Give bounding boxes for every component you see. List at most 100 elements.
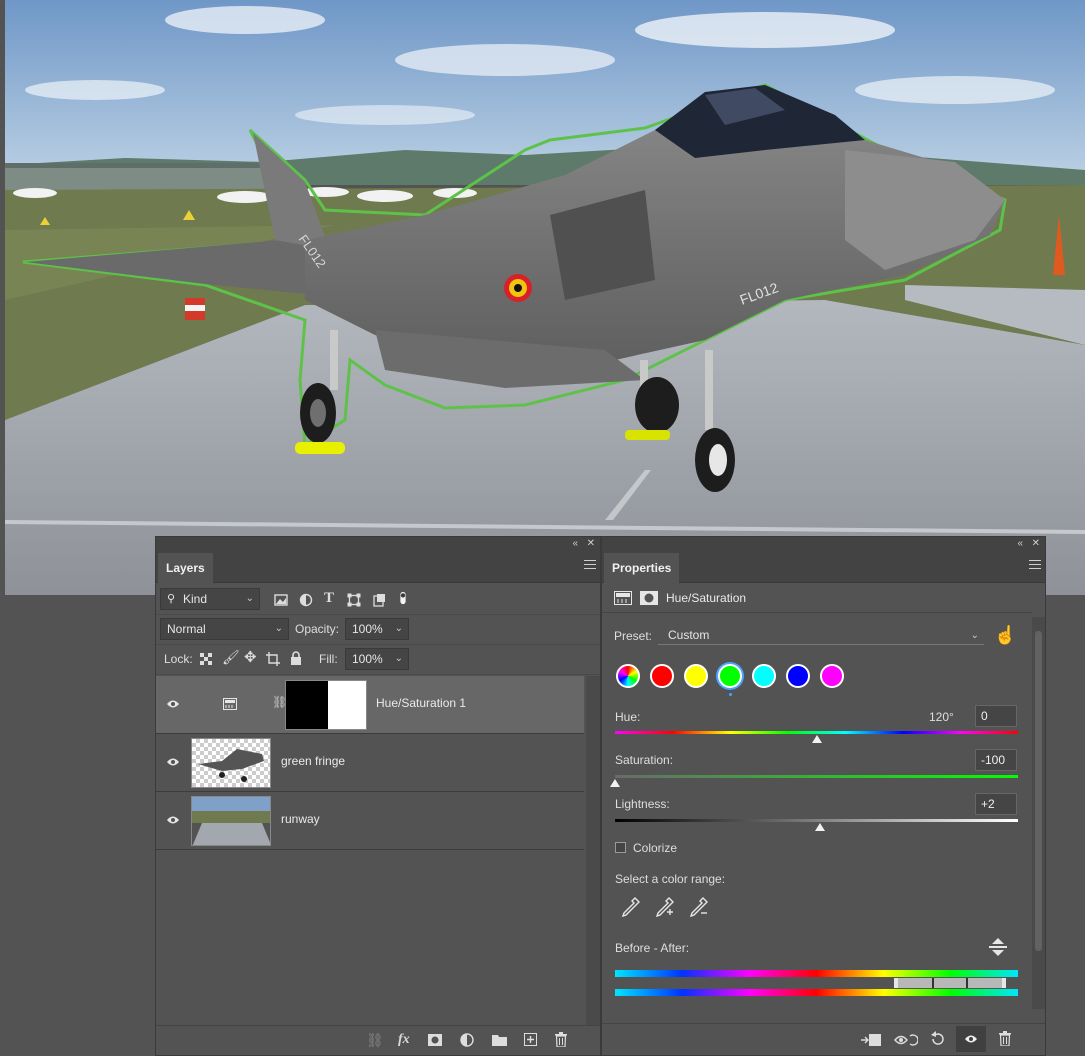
reset-icon[interactable]	[930, 1031, 946, 1047]
before-after-label: Before - After:	[615, 941, 690, 955]
layer-name: runway	[281, 812, 320, 826]
close-icon[interactable]: ✕	[1032, 538, 1040, 550]
lightness-input[interactable]: +2	[975, 793, 1017, 815]
properties-panel-topbar[interactable]: « ✕	[602, 537, 1045, 551]
document-canvas[interactable]: FL012 FL012	[5, 0, 1085, 595]
hue-label: Hue:	[615, 710, 641, 724]
tab-layers[interactable]: Layers	[158, 553, 213, 583]
range-divider-right[interactable]	[966, 978, 968, 988]
lock-transparent-icon[interactable]	[200, 653, 212, 665]
green-swatch[interactable]	[718, 664, 742, 688]
opacity-label: Opacity:	[295, 622, 340, 636]
lock-row: Lock: 🖌 ✥ Fill: 100% ⌄	[156, 645, 600, 675]
properties-scrollbar[interactable]	[1032, 617, 1045, 1009]
shape-filter-icon[interactable]	[347, 593, 361, 607]
layers-scrollbar[interactable]	[586, 676, 600, 1025]
scrollbar-thumb[interactable]	[1035, 631, 1042, 951]
adjustment-filter-icon[interactable]	[299, 593, 313, 607]
range-handle-right[interactable]	[1002, 978, 1006, 988]
artboard-icon[interactable]	[266, 652, 280, 666]
color-range-selector[interactable]	[894, 978, 1006, 988]
lightness-slider-thumb[interactable]	[815, 823, 825, 831]
preset-dropdown[interactable]: Custom ⌄	[658, 627, 984, 645]
trash-icon[interactable]	[999, 1031, 1011, 1046]
collapse-icon[interactable]: «	[1017, 538, 1023, 550]
layers-tabbar: Layers	[156, 551, 600, 583]
visibility-eye-icon[interactable]	[166, 698, 180, 710]
trash-icon[interactable]	[555, 1032, 567, 1047]
layer-row-hue-saturation[interactable]: ⛓ Hue/Saturation 1	[156, 676, 584, 734]
preset-value: Custom	[668, 628, 710, 642]
hue-input[interactable]: 0	[975, 705, 1017, 727]
lightness-label: Lightness:	[615, 797, 670, 811]
swatch-selected-dot	[729, 693, 732, 696]
yellow-swatch[interactable]	[684, 664, 708, 688]
lightness-slider-track[interactable]	[615, 819, 1018, 822]
saturation-slider-thumb[interactable]	[610, 779, 620, 787]
hue-slider-track[interactable]	[615, 731, 1018, 734]
colorize-label: Colorize	[633, 841, 678, 855]
tab-properties[interactable]: Properties	[604, 553, 680, 583]
folder-icon[interactable]	[492, 1034, 507, 1046]
new-adjustment-icon[interactable]	[460, 1033, 474, 1047]
fill-value: 100%	[352, 652, 383, 666]
after-color-bar	[615, 989, 1018, 996]
layer-thumbnail[interactable]	[191, 738, 271, 788]
master-swatch[interactable]	[616, 664, 640, 688]
layer-mask-thumbnail[interactable]	[285, 680, 367, 730]
layer-list: ⛓ Hue/Saturation 1 green fringe runway	[156, 676, 584, 850]
colorize-checkbox[interactable]	[615, 842, 626, 853]
hue-slider-thumb[interactable]	[812, 735, 822, 743]
blend-mode-label: Normal	[167, 622, 206, 636]
link-layers-icon[interactable]: ⛓	[366, 1032, 384, 1049]
lock-all-icon[interactable]	[289, 651, 303, 665]
eyedropper-add-icon[interactable]	[656, 897, 676, 917]
close-icon[interactable]: ✕	[587, 538, 595, 550]
lock-label: Lock:	[164, 652, 193, 666]
magenta-swatch[interactable]	[820, 664, 844, 688]
fill-label: Fill:	[319, 652, 338, 666]
hue-degrees: 120°	[929, 710, 954, 724]
properties-panel: « ✕ Properties Hue/Saturation Preset: Cu…	[601, 536, 1046, 1056]
visibility-eye-icon[interactable]	[166, 814, 180, 826]
blue-swatch[interactable]	[786, 664, 810, 688]
type-filter-icon[interactable]: T	[324, 590, 334, 607]
red-swatch[interactable]	[650, 664, 674, 688]
visibility-eye-icon[interactable]	[166, 756, 180, 768]
brush-icon[interactable]: 🖌	[222, 649, 240, 666]
preset-label: Preset:	[614, 629, 653, 643]
saturation-input[interactable]: -100	[975, 749, 1017, 771]
panel-menu-icon[interactable]	[584, 560, 596, 570]
layer-row-green-fringe[interactable]: green fringe	[156, 734, 584, 792]
filter-kind-dropdown[interactable]: ⚲ Kind ⌄	[160, 588, 260, 610]
layers-panel-topbar[interactable]: « ✕	[156, 537, 600, 551]
range-divider-left[interactable]	[932, 978, 934, 988]
add-mask-icon[interactable]	[428, 1034, 442, 1046]
view-previous-state-icon[interactable]	[894, 1032, 918, 1048]
adjustment-icon[interactable]	[614, 591, 632, 605]
clip-to-layer-icon[interactable]	[860, 1032, 882, 1048]
collapse-icon[interactable]: «	[572, 538, 578, 550]
cyan-swatch[interactable]	[752, 664, 776, 688]
move-icon[interactable]: ✥	[244, 648, 257, 666]
saturation-slider-track[interactable]	[615, 775, 1018, 778]
blend-row: Normal ⌄ Opacity: 100% ⌄	[156, 615, 600, 645]
layer-thumbnail[interactable]	[191, 796, 271, 846]
visibility-toggle[interactable]	[956, 1026, 986, 1052]
panel-menu-icon[interactable]	[1029, 560, 1041, 570]
eyedropper-icon[interactable]	[622, 897, 640, 917]
pixel-filter-icon[interactable]	[274, 593, 288, 607]
fill-field[interactable]: 100% ⌄	[345, 648, 409, 670]
filter-toggle-icon[interactable]	[398, 591, 408, 605]
mask-icon[interactable]	[640, 591, 658, 605]
eyedropper-subtract-icon[interactable]	[690, 897, 710, 917]
new-layer-icon[interactable]	[524, 1033, 537, 1046]
before-after-toggle-icon[interactable]	[986, 937, 1010, 957]
targeted-adjustment-hand-icon[interactable]: ☝	[994, 625, 1016, 646]
fx-icon[interactable]: fx	[398, 1032, 410, 1048]
range-handle-left[interactable]	[894, 978, 898, 988]
layer-row-runway[interactable]: runway	[156, 792, 584, 850]
opacity-field[interactable]: 100% ⌄	[345, 618, 409, 640]
smart-object-filter-icon[interactable]	[372, 593, 386, 607]
blend-mode-dropdown[interactable]: Normal ⌄	[160, 618, 289, 640]
